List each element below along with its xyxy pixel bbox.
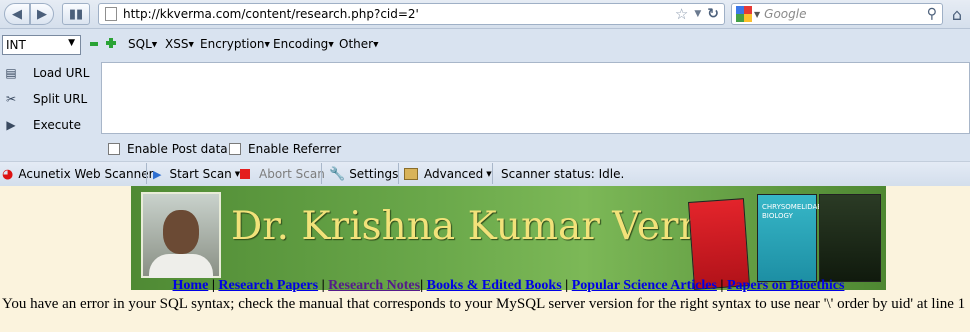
bookmark-star-icon[interactable]: ☆: [675, 5, 688, 23]
toolbar-divider: [321, 163, 322, 184]
page-icon: [105, 7, 117, 21]
settings-label: Settings: [349, 167, 399, 181]
menu-arrow-icon: ▼: [373, 40, 379, 49]
checkbox-box[interactable]: [229, 142, 241, 155]
home-button[interactable]: ⌂: [946, 3, 968, 25]
back-arrow-icon: ◀: [12, 6, 22, 22]
search-engine-dropdown-icon[interactable]: ▼: [754, 10, 760, 19]
toolbar-divider: [492, 163, 493, 184]
menu-xss-label: XSS: [165, 37, 189, 51]
abort-scan-label: Abort Scan: [259, 167, 325, 181]
increase-icon[interactable]: [106, 38, 116, 48]
enable-referrer-checkbox[interactable]: Enable Referrer: [229, 141, 341, 156]
load-url-label: Load URL: [33, 66, 90, 80]
enable-referrer-label: Enable Referrer: [248, 141, 342, 156]
nav-link-books[interactable]: Books & Edited Books: [427, 278, 562, 293]
chevron-down-icon: ▼: [486, 170, 492, 178]
split-url-button[interactable]: ✂ Split URL: [0, 88, 100, 110]
decrease-icon[interactable]: [90, 42, 98, 46]
menu-other[interactable]: Other▼: [339, 37, 378, 51]
scanner-status: Scanner status: Idle.: [501, 166, 624, 182]
home-icon: ⌂: [951, 4, 963, 24]
nav-link-home[interactable]: Home: [173, 278, 209, 293]
bar-chart-icon: ▮▮: [68, 6, 84, 22]
encoding-select[interactable]: INT ▼: [2, 35, 81, 55]
sql-error-message: You have an error in your SQL syntax; ch…: [2, 296, 966, 312]
book-cover-image: [819, 194, 881, 282]
url-bar[interactable]: http://kkverma.com/content/research.php?…: [98, 3, 725, 25]
book-cover-image: CHRYSOMELIDAE BIOLOGY: [757, 194, 822, 282]
menu-encoding[interactable]: Encoding▼: [273, 37, 334, 51]
search-icon[interactable]: ⚲: [927, 6, 937, 22]
menu-arrow-icon: ▼: [151, 40, 158, 49]
banner-title: Dr. Krishna Kumar Verma: [231, 204, 739, 249]
checkbox-box[interactable]: [108, 142, 120, 155]
execute-label: Execute: [33, 118, 81, 132]
nav-link-bioethics[interactable]: Papers on Bioethics: [727, 278, 844, 293]
acunetix-title: ◕ Acunetix Web Scanner: [2, 166, 154, 182]
url-dropdown-icon[interactable]: ▼: [694, 9, 701, 19]
menu-sql[interactable]: SQL▼: [128, 37, 157, 51]
menu-encoding-label: Encoding: [273, 37, 329, 51]
forward-arrow-icon: ▶: [37, 6, 47, 22]
enable-post-data-label: Enable Post data: [127, 141, 228, 156]
split-url-label: Split URL: [33, 92, 88, 106]
search-placeholder[interactable]: Google: [764, 7, 927, 21]
execute-icon: ▶: [6, 118, 16, 132]
nav-link-research-papers[interactable]: Research Papers: [218, 278, 318, 293]
toolbar-divider: [146, 163, 147, 184]
nav-link-popular-science[interactable]: Popular Science Articles: [572, 278, 717, 293]
google-icon[interactable]: [736, 6, 752, 22]
toolbar-divider: [398, 163, 399, 184]
load-url-button[interactable]: ▤ Load URL: [0, 62, 100, 84]
advanced-icon: [404, 168, 418, 180]
play-icon: ▶: [153, 167, 162, 181]
enable-post-data-checkbox[interactable]: Enable Post data: [108, 141, 228, 156]
stop-icon: [240, 169, 250, 179]
scissors-icon: ✂: [5, 92, 17, 106]
advanced-button[interactable]: Advanced ▼: [404, 166, 492, 182]
wrench-icon: 🔧: [329, 166, 346, 182]
book-cover-image: [687, 198, 751, 290]
back-button[interactable]: ◀: [4, 3, 30, 25]
menu-xss[interactable]: XSS▼: [165, 37, 194, 51]
menu-arrow-icon: ▼: [188, 40, 194, 49]
advanced-label: Advanced: [424, 167, 484, 181]
menu-arrow-icon: ▼: [264, 40, 270, 49]
nav-link-research-notes[interactable]: Research Notes: [328, 278, 420, 293]
start-scan-label: Start Scan: [169, 167, 232, 181]
abort-scan-button[interactable]: Abort Scan: [240, 166, 325, 182]
url-text[interactable]: http://kkverma.com/content/research.php?…: [123, 7, 675, 21]
forward-button[interactable]: ▶: [30, 3, 54, 25]
encoding-select-value: INT: [6, 38, 26, 52]
load-url-icon: ▤: [5, 66, 17, 80]
site-navigation: Home | Research Papers | Research Notes|…: [172, 278, 845, 293]
history-button[interactable]: ▮▮: [62, 3, 90, 25]
acunetix-title-label: Acunetix Web Scanner: [18, 167, 154, 181]
portrait-image: [141, 192, 221, 278]
book-title: CHRYSOMELIDAE BIOLOGY: [762, 203, 822, 220]
menu-encryption-label: Encryption: [200, 37, 265, 51]
scanner-status-label: Scanner status: Idle.: [501, 167, 625, 181]
search-bar[interactable]: ▼ Google ⚲: [731, 3, 943, 25]
start-scan-button[interactable]: ▶ Start Scan ▼: [153, 166, 240, 182]
acunetix-logo-icon: ◕: [2, 166, 14, 182]
url-textarea[interactable]: [101, 62, 970, 134]
settings-button[interactable]: 🔧 Settings: [329, 166, 398, 182]
menu-arrow-icon: ▼: [328, 40, 334, 49]
header-banner: Dr. Krishna Kumar Verma CHRYSOMELIDAE BI…: [131, 186, 886, 290]
menu-sql-label: SQL: [128, 37, 152, 51]
reload-icon[interactable]: ↻: [707, 6, 719, 22]
execute-button[interactable]: ▶ Execute: [0, 114, 100, 136]
chevron-down-icon: ▼: [68, 38, 75, 48]
menu-other-label: Other: [339, 37, 374, 51]
menu-encryption[interactable]: Encryption▼: [200, 37, 270, 51]
